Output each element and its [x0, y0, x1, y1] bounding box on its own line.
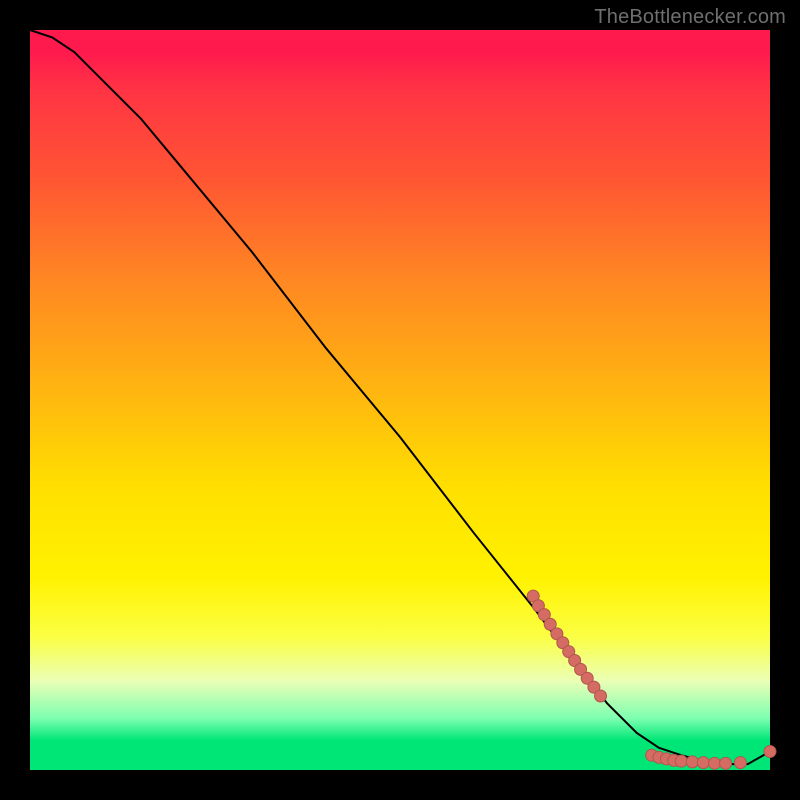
data-marker — [709, 757, 721, 769]
curve-path — [30, 30, 770, 764]
data-marker — [686, 756, 698, 768]
data-marker — [697, 757, 709, 769]
chart-svg — [30, 30, 770, 770]
data-marker — [675, 755, 687, 767]
data-marker — [720, 757, 732, 769]
data-marker — [764, 746, 776, 758]
chart-container: TheBottlenecker.com — [0, 0, 800, 800]
watermark-text: TheBottlenecker.com — [594, 6, 786, 29]
data-marker — [595, 690, 607, 702]
data-marker — [734, 757, 746, 769]
